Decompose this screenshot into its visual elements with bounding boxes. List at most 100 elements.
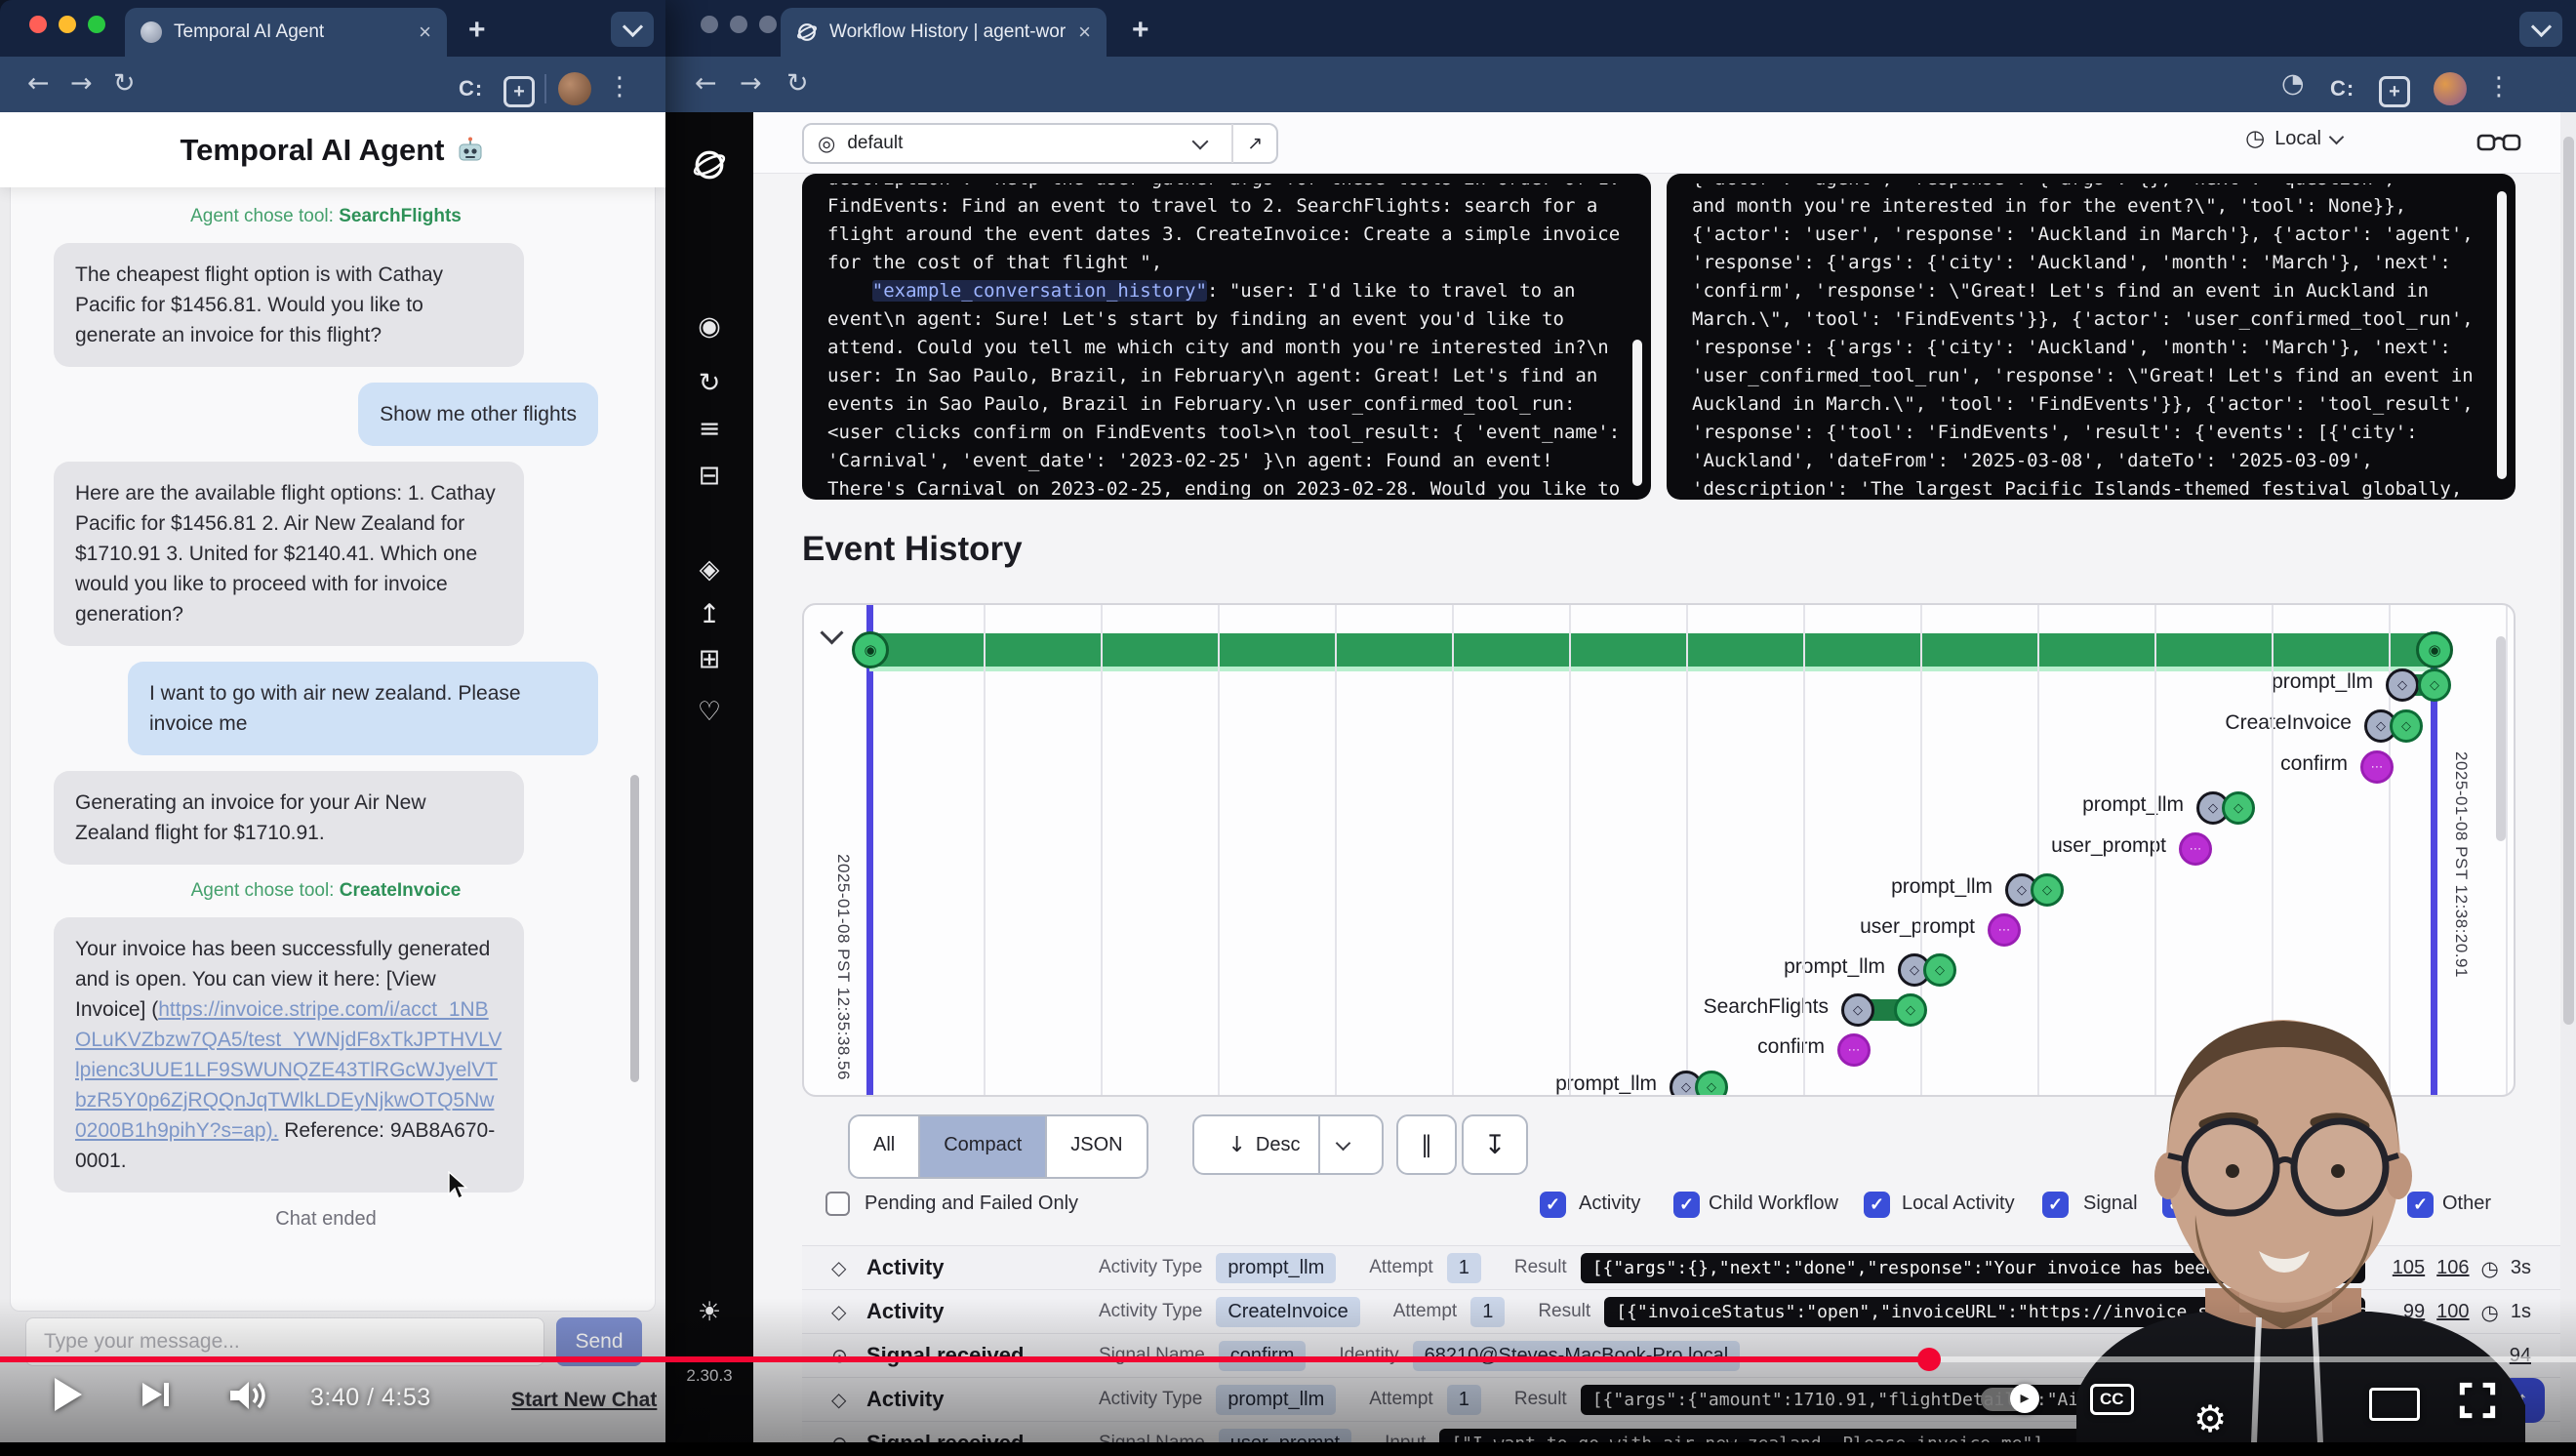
pause-autorefresh-button[interactable]: ∥ <box>1396 1114 1457 1175</box>
back-icon[interactable]: ← <box>27 68 50 99</box>
close-window-button[interactable] <box>29 16 47 33</box>
activity-completed-marker[interactable]: ◇ <box>1923 953 1956 987</box>
signal-row-icon: ⊙ <box>831 1432 866 1442</box>
profile-avatar[interactable] <box>2434 72 2467 105</box>
codec-icon[interactable]: ◈ <box>665 554 753 585</box>
reload-icon[interactable]: ↻ <box>786 68 809 99</box>
signal-marker[interactable]: ⋯ <box>1837 1033 1871 1067</box>
field-key: Attempt <box>1369 1257 1432 1278</box>
new-tab-button[interactable]: + <box>468 14 486 47</box>
view-mode-all[interactable]: All <box>850 1116 918 1177</box>
page-scrollbar-thumb[interactable] <box>2563 137 2574 1025</box>
activity-completed-marker[interactable]: ◇ <box>2418 668 2451 702</box>
signal-marker[interactable]: ⋯ <box>2360 750 2394 784</box>
minimize-window-button[interactable] <box>730 16 747 33</box>
next-button[interactable] <box>139 1380 172 1409</box>
filter-checkbox-local-activity[interactable]: ✓ <box>1864 1192 1890 1218</box>
activity-completed-marker[interactable]: ◇ <box>2222 791 2255 825</box>
temporal-favicon <box>796 21 818 43</box>
download-history-button[interactable]: ↧ <box>1462 1114 1528 1175</box>
captions-button[interactable]: CC <box>2090 1384 2134 1415</box>
signal-marker[interactable]: ⋯ <box>1988 913 2021 947</box>
chat-scrollbar-thumb[interactable] <box>630 775 639 1082</box>
activity-completed-marker[interactable]: ◇ <box>2031 873 2064 907</box>
batch-icon[interactable]: ⊟ <box>665 461 753 491</box>
start-new-chat-link[interactable]: Start New Chat <box>511 1389 657 1412</box>
autoplay-toggle[interactable] <box>1981 1388 2037 1411</box>
chat-page: Agent chose tool: SearchFlightsThe cheap… <box>0 112 665 1442</box>
close-window-button[interactable] <box>701 16 718 33</box>
scrollbar-thumb[interactable] <box>1632 340 1642 486</box>
collapse-timeline-icon[interactable] <box>820 621 843 644</box>
theme-toggle-icon[interactable]: ☀ <box>665 1297 753 1327</box>
profile-avatar[interactable] <box>558 72 591 105</box>
forward-icon[interactable]: → <box>740 68 762 99</box>
reload-icon[interactable]: ↻ <box>113 68 136 99</box>
sort-desc-button[interactable]: ↓ Desc <box>1192 1114 1384 1175</box>
tab-search-button[interactable] <box>611 12 654 47</box>
scrollbar-thumb[interactable] <box>2497 191 2507 479</box>
timeline-end-timestamp: 2025-01-08 PST 12:38:20.91 <box>2451 751 2471 978</box>
open-namespace-icon[interactable]: ↗ <box>1247 133 1263 154</box>
filter-checkbox-child-workflow[interactable]: ✓ <box>1673 1192 1700 1218</box>
play-button[interactable] <box>55 1378 82 1411</box>
browser-menu-icon[interactable]: ⋮ <box>2486 72 2512 101</box>
page-scrollbar[interactable] <box>2560 112 2576 1442</box>
schedules-icon[interactable]: ↻ <box>665 368 753 398</box>
codec-glasses-icon[interactable] <box>2476 130 2521 157</box>
invoice-link[interactable]: https://invoice.stripe.com/i/acct_1NBOLu… <box>75 998 502 1142</box>
timeline-event-label: SearchFlights <box>1399 995 1829 1019</box>
import-icon[interactable]: ↥ <box>665 599 753 629</box>
new-tab-button[interactable]: + <box>1132 14 1149 47</box>
close-tab-icon[interactable]: × <box>1078 20 1091 45</box>
activity-scheduled-marker[interactable]: ◇ <box>2386 668 2419 702</box>
zoom-window-button[interactable] <box>88 16 105 33</box>
tab-temporal-ai-agent[interactable]: Temporal AI Agent × <box>125 8 447 57</box>
zoom-window-button[interactable] <box>759 16 777 33</box>
extension-c-icon[interactable]: C: <box>2330 76 2355 101</box>
activity-completed-marker[interactable]: ◇ <box>2390 709 2423 743</box>
timeline-scrollbar-thumb[interactable] <box>2496 636 2506 841</box>
activity-scheduled-marker[interactable]: ◇ <box>1841 993 1874 1027</box>
close-tab-icon[interactable]: × <box>419 20 431 45</box>
view-mode-json[interactable]: JSON <box>1045 1116 1146 1177</box>
minimize-window-button[interactable] <box>59 16 76 33</box>
workflow-execution-bar[interactable] <box>869 633 2435 671</box>
view-mode-compact[interactable]: Compact <box>918 1116 1045 1177</box>
extension-c-icon[interactable]: C: <box>459 76 483 101</box>
extensions-puzzle-icon[interactable]: + <box>503 76 535 107</box>
signal-marker[interactable]: ⋯ <box>2179 832 2212 866</box>
field-value: prompt_llm <box>1216 1385 1336 1415</box>
field-key: Identity <box>1339 1345 1398 1366</box>
pending-failed-checkbox[interactable] <box>825 1192 850 1216</box>
volume-button[interactable] <box>226 1378 269 1413</box>
namespace-select[interactable]: ◎ default ↗ <box>802 123 1278 164</box>
tab-search-button[interactable] <box>2519 12 2562 47</box>
browser-menu-icon[interactable]: ⋮ <box>607 72 632 101</box>
forward-icon[interactable]: → <box>70 68 93 99</box>
tab-workflow-history[interactable]: Workflow History | agent-wor × <box>781 8 1107 57</box>
extensions-puzzle-icon[interactable]: + <box>2379 76 2410 107</box>
feedback-icon[interactable]: ♡ <box>665 697 753 727</box>
activity-completed-marker[interactable]: ◇ <box>1695 1071 1728 1097</box>
filter-checkbox-activity[interactable]: ✓ <box>1540 1192 1566 1218</box>
workflow-start-marker[interactable]: ◉ <box>852 631 889 668</box>
namespace-name: default <box>847 133 903 154</box>
namespaces-icon[interactable]: ◉ <box>665 311 753 342</box>
video-progress-handle[interactable] <box>1917 1348 1941 1371</box>
fullscreen-button[interactable] <box>2459 1382 2496 1419</box>
labs-icon[interactable]: ⊞ <box>665 644 753 674</box>
activity-completed-marker[interactable]: ◇ <box>1894 993 1927 1027</box>
code-panel-left[interactable]: description": "Help the user gather args… <box>802 174 1651 500</box>
stack-icon[interactable]: ≡ <box>665 414 753 444</box>
workflow-end-marker[interactable]: ◉ <box>2416 631 2453 668</box>
code-panel-right[interactable]: {'actor': 'agent', 'response': {'args': … <box>1667 174 2516 500</box>
agent-message-bubble: Here are the available flight options: 1… <box>54 462 524 646</box>
gridline <box>1335 605 1337 1095</box>
timezone-select[interactable]: ◷ Local <box>2245 126 2342 151</box>
theater-mode-button[interactable] <box>2369 1388 2420 1421</box>
temporal-logo-icon[interactable] <box>692 147 727 182</box>
back-icon[interactable]: ← <box>695 68 717 99</box>
video-progress-bar[interactable] <box>0 1356 2576 1362</box>
extension-eye-icon[interactable]: ◔ <box>2281 68 2305 99</box>
